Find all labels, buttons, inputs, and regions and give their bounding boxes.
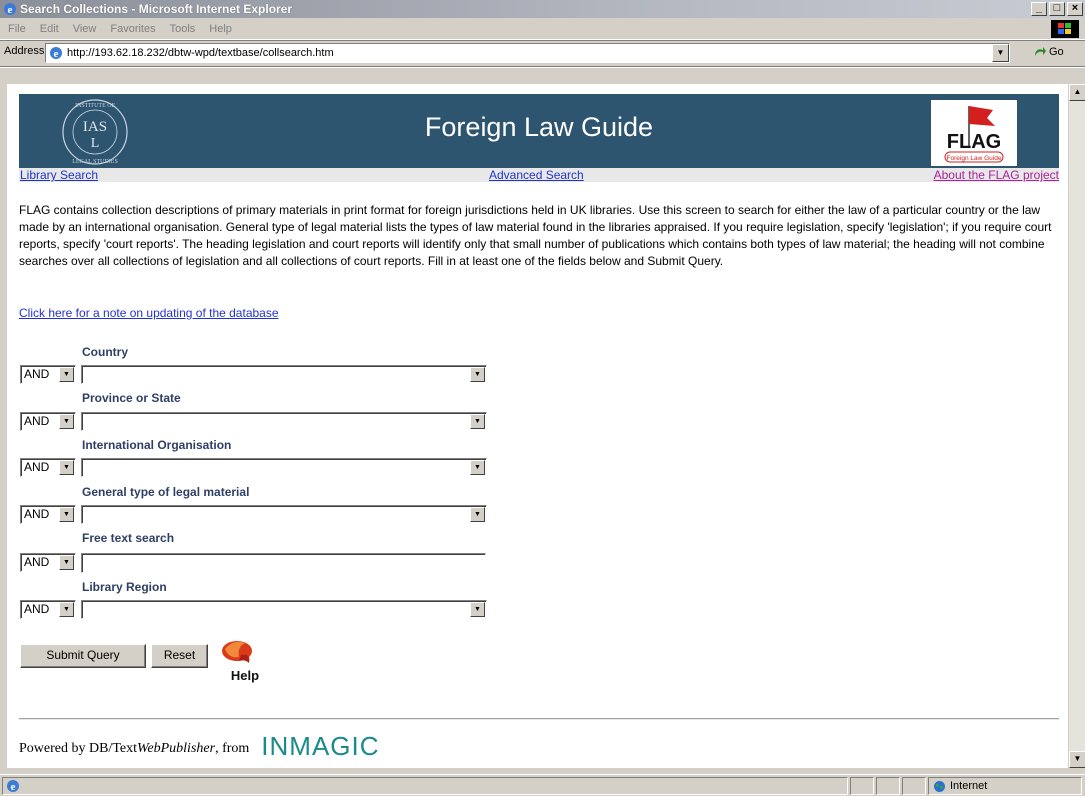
powered-prefix: Powered by DB/Text xyxy=(19,740,138,756)
footer-divider xyxy=(19,718,1059,720)
page-content: IAS L INSTITUTE OF LEGAL STUDIES Foreign… xyxy=(7,84,1068,768)
country-label: Country xyxy=(82,345,128,359)
menu-favorites[interactable]: Favorites xyxy=(103,23,162,35)
chevron-down-icon[interactable]: ▼ xyxy=(59,414,74,429)
powered-by: Powered by DB/Text WebPublisher , from I… xyxy=(19,731,380,764)
chevron-down-icon[interactable]: ▼ xyxy=(470,460,485,475)
chevron-down-icon[interactable]: ▼ xyxy=(470,414,485,429)
legal-material-operator-select[interactable]: AND ▼ xyxy=(20,505,76,524)
legal-material-label: General type of legal material xyxy=(82,485,250,499)
inmagic-logo[interactable]: INMAGIC xyxy=(261,731,379,762)
go-label: Go xyxy=(1049,46,1064,58)
country-operator-select[interactable]: AND ▼ xyxy=(20,365,76,384)
flag-logo-subtitle: Foreign Law Guide xyxy=(947,155,1002,162)
svg-text:e: e xyxy=(54,48,59,60)
operator-value: AND xyxy=(24,555,50,569)
chevron-down-icon[interactable]: ▼ xyxy=(470,367,485,382)
flag-logo-icon: FLAG Foreign Law Guide xyxy=(931,100,1017,166)
free-text-label: Free text search xyxy=(82,531,175,545)
province-select[interactable]: ▼ xyxy=(81,412,487,431)
product-name: WebPublisher xyxy=(137,740,216,756)
site-banner: IAS L INSTITUTE OF LEGAL STUDIES Foreign… xyxy=(19,94,1059,168)
chevron-down-icon[interactable]: ▼ xyxy=(59,602,74,617)
svg-text:INSTITUTE OF: INSTITUTE OF xyxy=(75,103,115,109)
operator-value: AND xyxy=(24,507,50,521)
site-title: Foreign Law Guide xyxy=(424,112,654,142)
address-dropdown-button[interactable]: ▼ xyxy=(992,44,1009,62)
address-bar: Address e http://193.62.18.232/dbtw-wpd/… xyxy=(0,40,1085,76)
legal-material-select[interactable]: ▼ xyxy=(81,505,487,524)
operator-value: AND xyxy=(24,414,50,428)
submit-query-button[interactable]: Submit Query xyxy=(20,644,146,668)
operator-value: AND xyxy=(24,602,50,616)
chevron-down-icon[interactable]: ▼ xyxy=(59,367,74,382)
internet-explorer-icon: e xyxy=(4,3,16,16)
address-input[interactable]: e http://193.62.18.232/dbtw-wpd/textbase… xyxy=(45,43,1010,63)
intro-text: FLAG contains collection descriptions of… xyxy=(19,203,1052,268)
address-label: Address xyxy=(4,44,45,57)
menu-bar: File Edit View Favorites Tools Help xyxy=(0,18,1085,40)
chevron-down-icon[interactable]: ▼ xyxy=(59,555,74,570)
status-bar: e Internet xyxy=(0,774,1085,796)
globe-icon xyxy=(934,780,945,792)
go-button[interactable]: Go xyxy=(1033,46,1064,58)
province-operator-select[interactable]: AND ▼ xyxy=(20,412,76,431)
window-title: Search Collections - Microsoft Internet … xyxy=(20,2,293,16)
menu-edit[interactable]: Edit xyxy=(33,23,66,35)
operator-value: AND xyxy=(24,460,50,474)
operator-value: AND xyxy=(24,367,50,381)
international-organisation-select[interactable]: ▼ xyxy=(81,458,487,477)
advanced-search-link[interactable]: Advanced Search xyxy=(489,168,584,182)
top-nav: Library Search Advanced Search About the… xyxy=(19,168,1059,182)
maximize-button[interactable]: □ xyxy=(1049,2,1065,16)
page-icon: e xyxy=(50,47,62,60)
status-message-pane xyxy=(2,777,848,795)
chevron-down-icon[interactable]: ▼ xyxy=(470,602,485,617)
go-arrow-icon xyxy=(1035,47,1046,56)
status-pane xyxy=(902,777,926,795)
svg-text:LEGAL STUDIES: LEGAL STUDIES xyxy=(72,159,118,165)
about-flag-link[interactable]: About the FLAG project xyxy=(934,168,1059,182)
powered-from: , from xyxy=(215,740,250,756)
free-text-operator-select[interactable]: AND ▼ xyxy=(20,553,76,572)
menu-file[interactable]: File xyxy=(0,23,33,35)
help-label: Help xyxy=(231,668,259,683)
window-titlebar: e Search Collections - Microsoft Interne… xyxy=(0,0,1085,18)
chevron-down-icon[interactable]: ▼ xyxy=(470,507,485,522)
close-button[interactable]: × xyxy=(1067,2,1083,16)
minimize-button[interactable]: _ xyxy=(1031,2,1047,16)
province-label: Province or State xyxy=(82,391,181,405)
svg-text:e: e xyxy=(8,4,13,16)
status-pane xyxy=(850,777,874,795)
windows-logo-icon xyxy=(1051,20,1079,38)
library-search-link[interactable]: Library Search xyxy=(20,168,98,182)
toolbar-divider xyxy=(0,66,1085,68)
international-organisation-label: International Organisation xyxy=(82,438,232,452)
menu-help[interactable]: Help xyxy=(202,23,239,35)
status-pane xyxy=(876,777,900,795)
international-organisation-operator-select[interactable]: AND ▼ xyxy=(20,458,76,477)
menu-view[interactable]: View xyxy=(66,23,104,35)
help-icon[interactable]: Help xyxy=(215,635,269,689)
flag-logo-text: FLAG xyxy=(947,131,1001,153)
menu-tools[interactable]: Tools xyxy=(163,23,203,35)
vertical-scrollbar[interactable]: ▲ ▼ xyxy=(1068,84,1085,768)
chevron-down-icon[interactable]: ▼ xyxy=(59,460,74,475)
reset-button[interactable]: Reset xyxy=(151,644,208,668)
free-text-input[interactable] xyxy=(81,553,486,573)
database-note-link[interactable]: Click here for a note on updating of the… xyxy=(19,306,279,320)
library-region-select[interactable]: ▼ xyxy=(81,600,487,619)
address-url: http://193.62.18.232/dbtw-wpd/textbase/c… xyxy=(67,47,334,59)
country-select[interactable]: ▼ xyxy=(81,365,487,384)
library-region-label: Library Region xyxy=(82,580,167,594)
library-region-operator-select[interactable]: AND ▼ xyxy=(20,600,76,619)
security-zone-pane: Internet xyxy=(928,777,1082,795)
scroll-down-icon[interactable]: ▼ xyxy=(1069,751,1085,768)
scroll-up-icon[interactable]: ▲ xyxy=(1069,84,1085,101)
security-zone-label: Internet xyxy=(950,780,988,792)
chevron-down-icon[interactable]: ▼ xyxy=(59,507,74,522)
